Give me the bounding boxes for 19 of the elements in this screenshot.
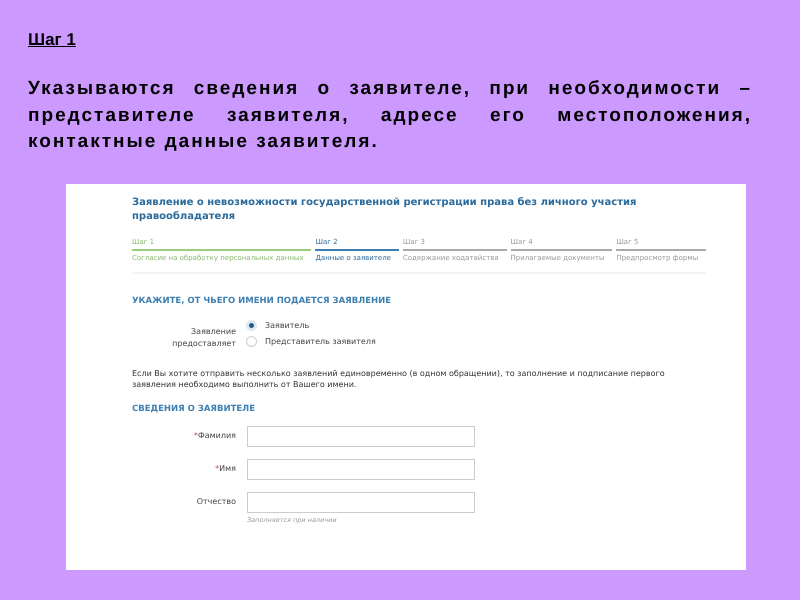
text-field[interactable]	[247, 458, 475, 480]
radio-button[interactable]	[246, 320, 257, 330]
field-label: Отчество	[196, 496, 236, 506]
info-note: Если Вы хотите отправить несколько заявлений единовременно (в одном обращении), то заполнение и подписание первого заявления необходимо выполнить от Вашего имени.	[132, 368, 666, 390]
field-label: Фамилия	[198, 430, 236, 440]
text-field[interactable]	[247, 492, 475, 512]
section-heading: УКАЖИТЕ, ОТ ЧЬЕГО ИМЕНИ ПОДАЕТСЯ ЗАЯВЛЕНИЕ	[132, 296, 392, 306]
slide-heading: Шаг 1	[28, 30, 77, 50]
field-label: Имя	[219, 464, 236, 472]
radio-label: Заявитель	[265, 320, 310, 330]
form-title: Заявление о невозможности государственной регистрации права без личного участия правообладателя	[132, 196, 638, 224]
radio-button[interactable]	[246, 336, 257, 346]
field-label: Заявление предоставляет	[171, 326, 236, 350]
text-field[interactable]	[247, 426, 475, 446]
required-mark: *	[215, 464, 220, 472]
section-heading: СВЕДЕНИЯ О ЗАЯВИТЕЛЕ	[132, 404, 256, 414]
radio-label: Представитель заявителя	[265, 336, 376, 346]
required-mark: *	[194, 430, 198, 440]
slide-paragraph: Указываются сведения о заявителе, при необходимости – представителе заявителя, адресе его местоположения, контактные данные заявителя.	[28, 77, 752, 154]
